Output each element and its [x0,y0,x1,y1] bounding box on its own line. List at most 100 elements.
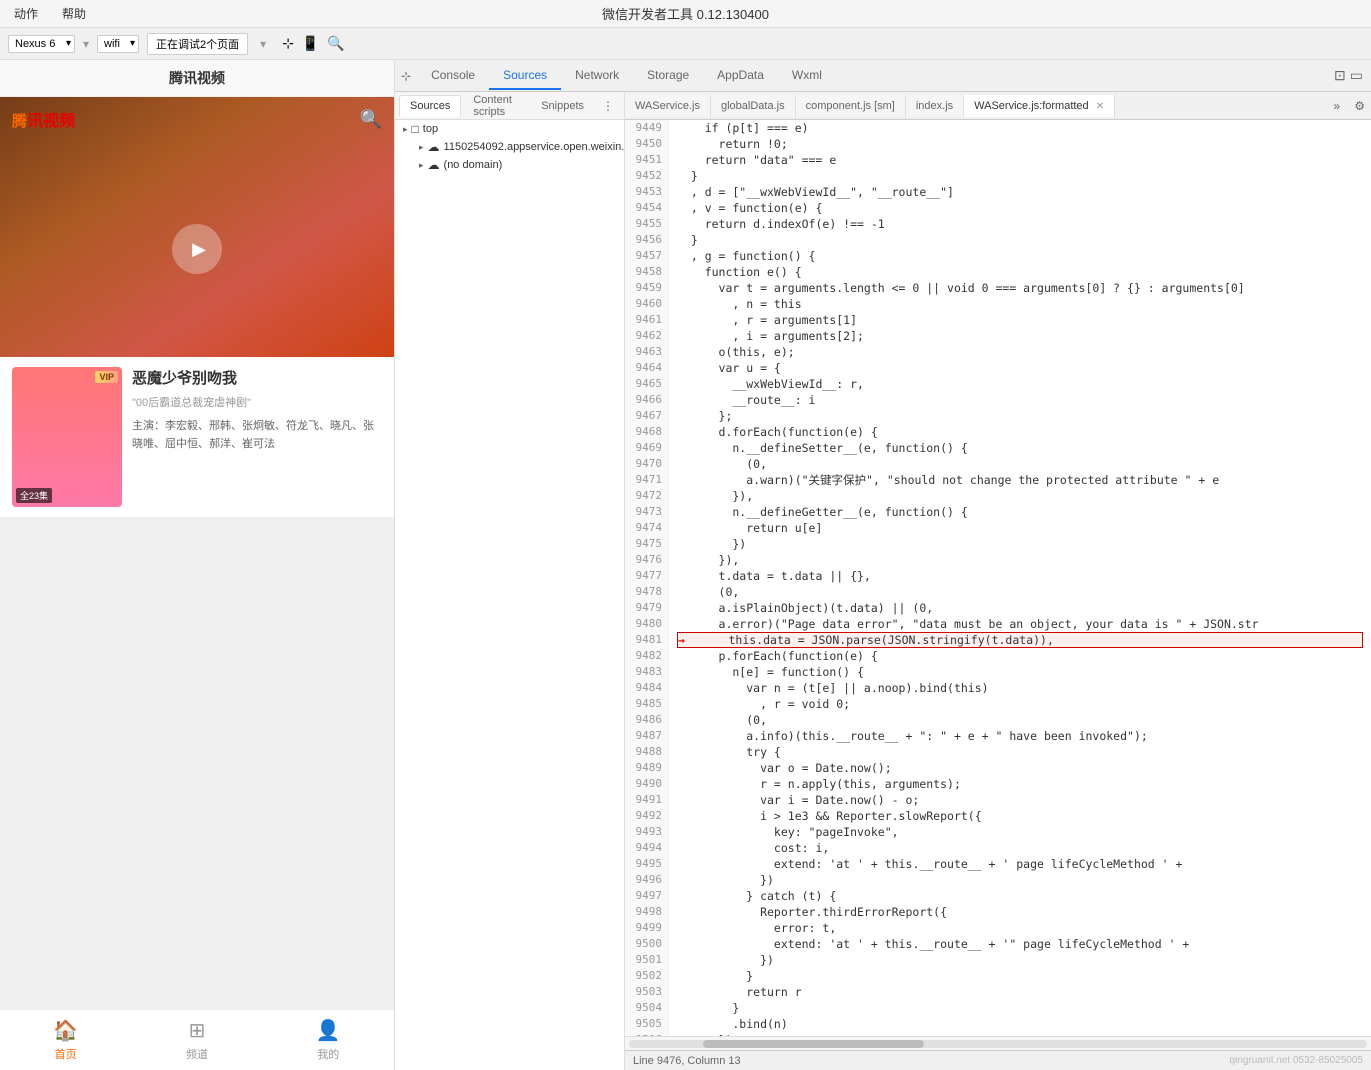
code-line: n.__defineSetter__(e, function() { [677,440,1363,456]
line-number: 9478 [631,584,662,600]
file-tab-more-icon[interactable]: ⋮ [596,99,620,113]
main-area: 腾讯视频 腾讯视频 🔍 [0,60,1371,1070]
tree-item-no-domain[interactable]: ▸ ☁ (no domain) [395,156,624,174]
code-line: a.info)(this.__route__ + ": " + e + " ha… [677,728,1363,744]
video-thumbnail[interactable]: VIP 全23集 [12,367,122,507]
video-play-area[interactable] [0,141,394,357]
video-hero-overlay: 腾讯视频 🔍 [0,97,394,357]
code-tab-waservice[interactable]: WAService.js [625,95,711,117]
line-number: 9496 [631,872,662,888]
code-tab-index[interactable]: index.js [906,95,964,117]
tree-item-top[interactable]: ▸ □ top [395,120,624,138]
device-select-wrapper[interactable]: Nexus 6 [8,35,75,53]
search-icon[interactable]: 🔍 [360,109,382,130]
code-line: , d = ["__wxWebViewId__", "__route__"] [677,184,1363,200]
code-line: return d.indexOf(e) !== -1 [677,216,1363,232]
code-line: a.error)("Page data error", "data must b… [677,616,1363,632]
code-line: key: "pageInvoke", [677,824,1363,840]
devtools-expand-icon[interactable]: ⊡ [1334,67,1346,84]
code-tab-globaldata[interactable]: globalData.js [711,95,796,117]
line-number: 9494 [631,840,662,856]
file-tab-content-scripts[interactable]: Content scripts [463,92,529,122]
code-content[interactable]: if (p[t] === e) return !0; return "data"… [669,120,1371,1036]
tab-network[interactable]: Network [561,62,633,90]
code-line: , i = arguments[2]; [677,328,1363,344]
bottom-nav: 🏠 首页 ⊞ 频道 👤 我的 [0,1009,394,1070]
line-number: 9504 [631,1000,662,1016]
app-screen: 腾讯视频 🔍 VIP 全23集 [0,97,394,1070]
code-tab-label-formatted: WAService.js:formatted [974,100,1089,112]
menu-item-help[interactable]: 帮助 [56,3,92,24]
code-line: (0, [677,712,1363,728]
code-line: }; [677,408,1363,424]
code-tab-close-icon[interactable]: ✕ [1096,101,1104,112]
code-line: p.forEach(function(e) { [677,648,1363,664]
debug-status-btn[interactable]: 正在调试2个页面 [147,33,248,55]
file-tab-snippets[interactable]: Snippets [531,96,594,116]
line-number: 9487 [631,728,662,744]
line-number: 9484 [631,680,662,696]
code-line: var o = Date.now(); [677,760,1363,776]
play-button[interactable] [172,224,222,274]
video-logo-bar: 腾讯视频 🔍 [0,97,394,141]
code-tab-waservice-formatted[interactable]: WAService.js:formatted ✕ [964,95,1115,117]
line-number: 9470 [631,456,662,472]
code-line: var i = Date.now() - o; [677,792,1363,808]
line-number: 9454 [631,200,662,216]
file-tab-sources[interactable]: Sources [399,95,461,117]
network-select-wrapper[interactable]: wifi [97,35,139,53]
nav-item-profile[interactable]: 👤 我的 [263,1010,394,1070]
code-line: var u = { [677,360,1363,376]
tab-console[interactable]: Console [417,62,489,90]
line-number: 9485 [631,696,662,712]
tab-sources[interactable]: Sources [489,62,561,90]
line-number: 9466 [631,392,662,408]
home-icon: 🏠 [53,1018,78,1043]
line-number: 9464 [631,360,662,376]
code-line: var t = arguments.length <= 0 || void 0 … [677,280,1363,296]
code-tab-more-icon[interactable]: » [1326,94,1349,118]
network-select[interactable]: wifi [97,35,139,53]
code-line: }) [677,952,1363,968]
tree-item-appservice[interactable]: ▸ ☁ 1150254092.appservice.open.weixin.qq… [395,138,624,156]
status-text: Line 9476, Column 13 [633,1055,741,1067]
code-line: } [677,1000,1363,1016]
cursor-icon: ⊹ [282,35,294,52]
code-line: return u[e] [677,520,1363,536]
line-number: 9498 [631,904,662,920]
code-line: r = n.apply(this, arguments); [677,776,1363,792]
devtools-cursor-icon[interactable]: ⊹ [395,65,417,87]
nav-item-home[interactable]: 🏠 首页 [0,1010,131,1070]
tree-label-top: top [423,123,438,135]
device-select[interactable]: Nexus 6 [8,35,75,53]
code-line: d.forEach(function(e) { [677,424,1363,440]
video-card-section: VIP 全23集 恶魔少爷别吻我 "00后霸道总裁宠虐神剧" 主演：李宏毅、邢韩… [0,357,394,517]
line-number: 9463 [631,344,662,360]
devtools-dock-icon[interactable]: ▭ [1350,67,1363,84]
scrollbar-thumb[interactable] [703,1040,924,1048]
menu-item-action[interactable]: 动作 [8,3,44,24]
code-line: → this.data = JSON.parse(JSON.stringify(… [677,632,1363,648]
tab-wxml[interactable]: Wxml [778,62,836,90]
line-number: 9503 [631,984,662,1000]
nav-item-channels[interactable]: ⊞ 频道 [131,1010,262,1070]
code-panel-settings-icon[interactable]: ⚙ [1348,94,1371,118]
line-number: 9505 [631,1016,662,1032]
line-number: 9486 [631,712,662,728]
code-line: o(this, e); [677,344,1363,360]
code-line: .bind(n) [677,1016,1363,1032]
code-line: function e() { [677,264,1363,280]
line-number: 9483 [631,664,662,680]
sources-panel: Sources Content scripts Snippets ⋮ ▸ □ t… [395,92,1371,1070]
tab-storage[interactable]: Storage [633,62,703,90]
code-area: WAService.js globalData.js component.js … [625,92,1371,1070]
code-line: , n = this [677,296,1363,312]
code-tab-component[interactable]: component.js [sm] [796,95,906,117]
code-line: extend: 'at ' + this.__route__ + ' page … [677,856,1363,872]
tab-appdata[interactable]: AppData [703,62,778,90]
code-line: return !0; [677,136,1363,152]
code-line: var n = (t[e] || a.noop).bind(this) [677,680,1363,696]
video-subtitle: "00后霸道总裁宠虐神剧" [132,394,382,410]
scrollbar-track[interactable] [629,1040,1367,1048]
bottom-scrollbar[interactable] [625,1036,1371,1050]
